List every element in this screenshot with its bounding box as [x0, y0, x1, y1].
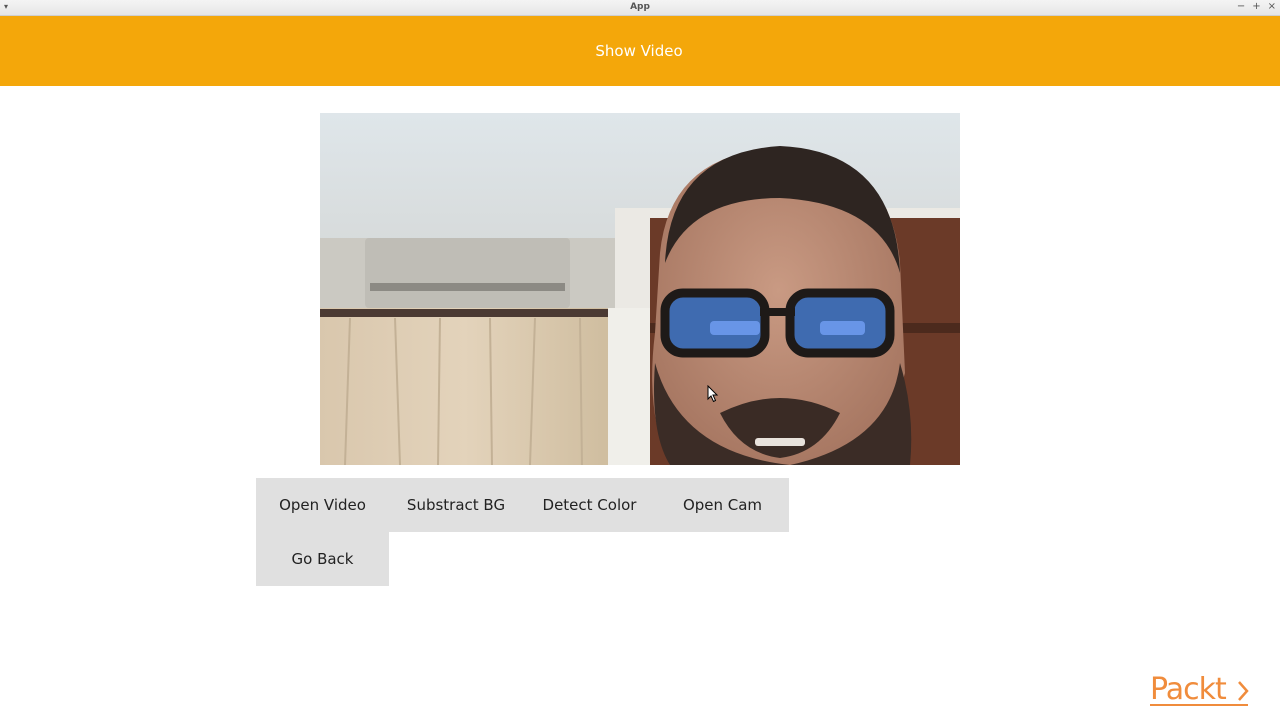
header-title: Show Video: [595, 42, 683, 60]
app-header-bar: Show Video: [0, 16, 1280, 86]
substract-bg-button[interactable]: Substract BG: [389, 478, 523, 532]
webcam-image: [320, 113, 960, 465]
window-title: App: [630, 2, 650, 12]
packt-logo-text: Packt: [1150, 672, 1227, 707]
close-icon[interactable]: ×: [1268, 1, 1276, 12]
detect-color-button[interactable]: Detect Color: [523, 478, 656, 532]
mouse-cursor-icon: [707, 384, 719, 407]
open-cam-button[interactable]: Open Cam: [656, 478, 789, 532]
packt-logo: Packt: [1150, 672, 1250, 712]
minimize-icon[interactable]: −: [1237, 1, 1245, 12]
open-video-button[interactable]: Open Video: [256, 478, 389, 532]
go-back-button[interactable]: Go Back: [256, 532, 389, 586]
maximize-icon[interactable]: +: [1252, 1, 1260, 12]
window-controls: − + ×: [1237, 1, 1276, 12]
video-frame: [320, 113, 960, 465]
window-titlebar: ▾ App − + ×: [0, 0, 1280, 16]
